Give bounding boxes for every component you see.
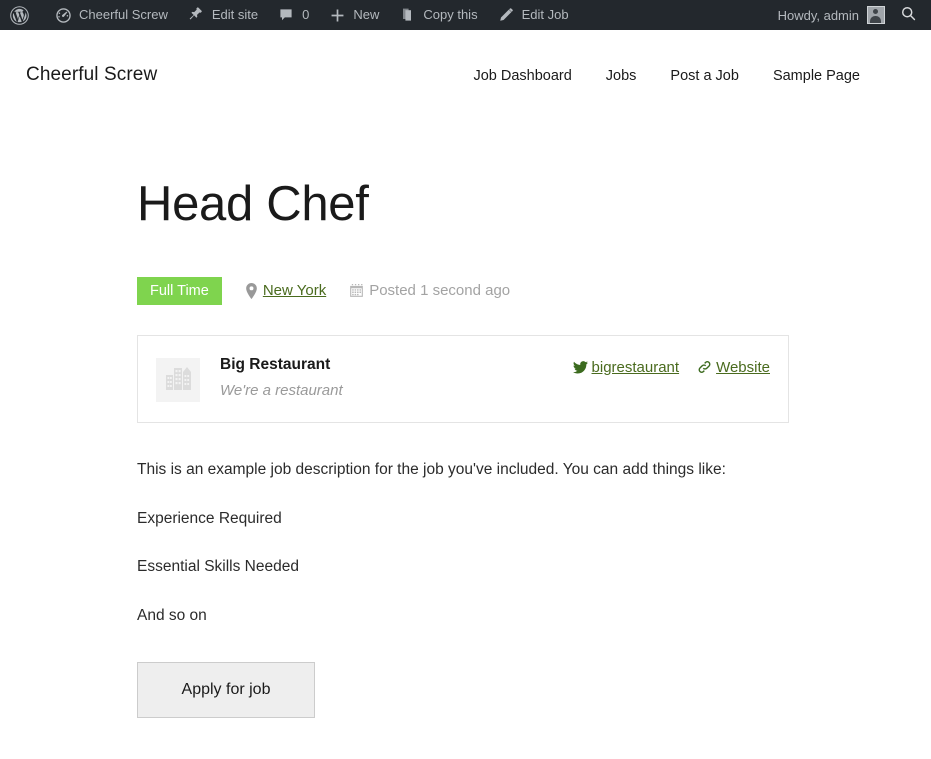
- job-posted-date: Posted 1 second ago: [349, 282, 510, 299]
- admin-bar-search-button[interactable]: [893, 0, 923, 30]
- nav-item-post-a-job[interactable]: Post a Job: [670, 68, 739, 84]
- dashboard-gauge-icon: [53, 5, 73, 25]
- plus-icon: [327, 5, 347, 25]
- admin-bar-comments-count: 0: [302, 7, 310, 22]
- calendar-icon: [349, 283, 364, 298]
- company-tagline: We're a restaurant: [220, 382, 343, 400]
- job-description-paragraph: This is an example job description for t…: [137, 460, 726, 478]
- job-description-paragraph: Essential Skills Needed: [137, 558, 299, 576]
- company-website-link[interactable]: Website: [697, 359, 770, 376]
- admin-bar-copy-this[interactable]: Copy this: [388, 0, 486, 30]
- nav-item-sample-page[interactable]: Sample Page: [773, 68, 860, 84]
- job-location: New York: [245, 282, 326, 299]
- map-pin-icon: [245, 282, 258, 299]
- admin-bar-my-account[interactable]: Howdy, admin: [770, 0, 893, 30]
- company-website-label: Website: [716, 358, 770, 376]
- job-description-paragraph: And so on: [137, 606, 207, 624]
- apply-for-job-button[interactable]: Apply for job: [137, 661, 315, 718]
- user-avatar-icon: [867, 6, 885, 24]
- primary-navigation: Job Dashboard Jobs Post a Job Sample Pag…: [473, 68, 905, 84]
- wp-admin-bar: Cheerful Screw Edit site 0 New Copy this…: [0, 0, 931, 30]
- admin-bar-new-label: New: [353, 7, 380, 22]
- company-details: Big Restaurant We're a restaurant: [220, 356, 573, 400]
- nav-item-job-dashboard[interactable]: Job Dashboard: [473, 68, 571, 84]
- company-twitter-link[interactable]: bigrestaurant: [572, 358, 680, 376]
- company-info-box: Big Restaurant We're a restaurant bigres…: [137, 334, 789, 423]
- admin-bar-left-items: Cheerful Screw Edit site 0 New Copy this…: [0, 0, 578, 30]
- chain-link-icon: [697, 360, 712, 374]
- job-type-badge: Full Time: [137, 276, 222, 306]
- company-twitter-label: bigrestaurant: [591, 358, 680, 376]
- wordpress-logo-icon: [9, 5, 29, 25]
- twitter-bird-icon: [572, 361, 588, 374]
- job-posted-label: Posted 1 second ago: [369, 282, 511, 300]
- howdy-label: Howdy, admin: [777, 7, 859, 23]
- admin-bar-site-name-label: Cheerful Screw: [79, 7, 168, 22]
- admin-bar-edit-job[interactable]: Edit Job: [487, 0, 578, 30]
- admin-bar-edit-site-label: Edit site: [211, 7, 259, 22]
- job-description-paragraph: Experience Required: [137, 509, 282, 527]
- pencil-icon: [496, 5, 516, 25]
- admin-bar-edit-site[interactable]: Edit site: [177, 0, 267, 30]
- site-header: Cheerful Screw Job Dashboard Jobs Post a…: [0, 30, 931, 86]
- copy-pages-icon: [397, 5, 417, 25]
- page-title: Head Chef: [137, 177, 369, 231]
- admin-bar-right-items: Howdy, admin: [770, 0, 931, 30]
- admin-bar-copy-this-label: Copy this: [423, 7, 478, 22]
- job-location-link[interactable]: New York: [263, 282, 326, 299]
- site-title[interactable]: Cheerful Screw: [26, 64, 157, 86]
- admin-bar-comments[interactable]: 0: [267, 0, 318, 30]
- admin-bar-new-content[interactable]: New: [318, 0, 388, 30]
- company-name: Big Restaurant: [220, 355, 331, 373]
- company-links: bigrestaurant Website: [572, 358, 770, 376]
- job-meta-row: Full Time New York Posted 1 second ago: [137, 274, 791, 308]
- admin-bar-edit-job-label: Edit Job: [521, 7, 569, 22]
- job-description: This is an example job description for t…: [137, 459, 791, 627]
- search-icon: [900, 5, 917, 25]
- company-logo: [156, 357, 200, 402]
- comment-bubble-icon: [276, 5, 296, 25]
- nav-item-jobs[interactable]: Jobs: [606, 68, 637, 84]
- admin-bar-wordpress-logo[interactable]: [0, 0, 44, 30]
- pin-icon: [186, 5, 206, 25]
- building-placeholder-icon: [163, 364, 193, 396]
- job-listing-content: Head Chef Full Time New York Posted 1 se…: [0, 177, 791, 718]
- admin-bar-site-name[interactable]: Cheerful Screw: [44, 0, 177, 30]
